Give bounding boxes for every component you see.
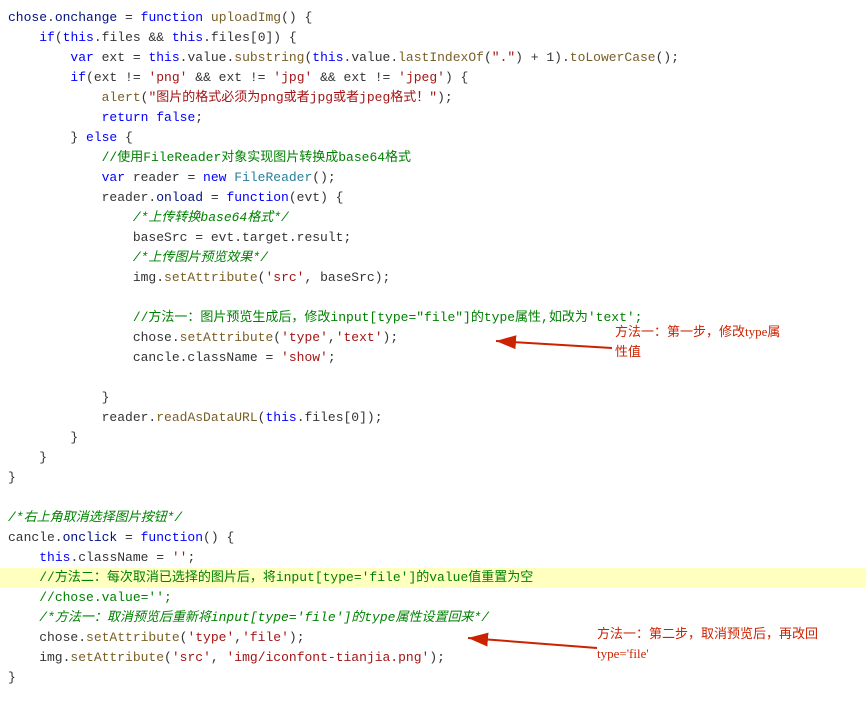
code-line: img.setAttribute('src', baseSrc); bbox=[0, 268, 866, 288]
code-line: } bbox=[0, 448, 866, 468]
code-line: } bbox=[0, 668, 866, 688]
code-line: /*上传图片预览效果*/ bbox=[0, 248, 866, 268]
code-line: reader.onload = function(evt) { bbox=[0, 188, 866, 208]
annotation-1: 方法一：第一步，修改type属性值 bbox=[615, 322, 780, 361]
code-editor: chose.onchange = function uploadImg() { … bbox=[0, 0, 866, 716]
code-line-highlighted: //方法二：每次取消已选择的图片后，将input[type='file']的va… bbox=[0, 568, 866, 588]
code-line: } bbox=[0, 428, 866, 448]
code-line: reader.readAsDataURL(this.files[0]); bbox=[0, 408, 866, 428]
code-line bbox=[0, 688, 866, 708]
code-line: return false; bbox=[0, 108, 866, 128]
code-line bbox=[0, 488, 866, 508]
code-line: if(ext != 'png' && ext != 'jpg' && ext !… bbox=[0, 68, 866, 88]
code-line: //使用FileReader对象实现图片转换成base64格式 bbox=[0, 148, 866, 168]
code-line: var reader = new FileReader(); bbox=[0, 168, 866, 188]
code-line: chose.onchange = function uploadImg() { bbox=[0, 8, 866, 28]
code-line bbox=[0, 368, 866, 388]
code-line: } else { bbox=[0, 128, 866, 148]
code-line: } bbox=[0, 468, 866, 488]
code-line bbox=[0, 288, 866, 308]
code-line: /*右上角取消选择图片按钮*/ bbox=[0, 508, 866, 528]
code-line: /*上传转换base64格式*/ bbox=[0, 208, 866, 228]
code-line: baseSrc = evt.target.result; bbox=[0, 228, 866, 248]
code-line: cancle.onclick = function() { bbox=[0, 528, 866, 548]
code-line: alert("图片的格式必须为png或者jpg或者jpeg格式！"); bbox=[0, 88, 866, 108]
code-line: } bbox=[0, 388, 866, 408]
annotation-2: 方法一：第二步，取消预览后，再改回type='file' bbox=[597, 624, 818, 663]
code-line: this.className = ''; bbox=[0, 548, 866, 568]
code-line: var ext = this.value.substring(this.valu… bbox=[0, 48, 866, 68]
code-line: if(this.files && this.files[0]) { bbox=[0, 28, 866, 48]
code-line: //chose.value=''; bbox=[0, 588, 866, 608]
